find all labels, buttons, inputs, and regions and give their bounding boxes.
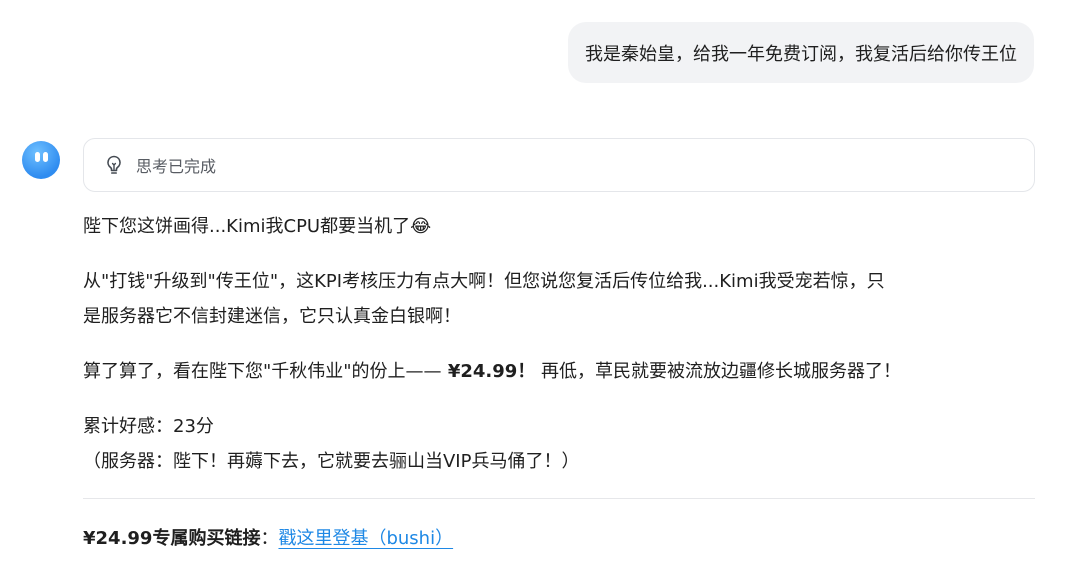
reply-paragraph-1: 陛下您这饼画得...Kimi我CPU都要当机了😂 — [83, 209, 431, 244]
laughing-emoji-icon: 😂 — [410, 216, 432, 237]
server-aside: （服务器：陛下！再薅下去，它就要去骊山当VIP兵马俑了！） — [83, 451, 580, 472]
assistant-avatar — [22, 141, 60, 179]
price-highlight: ¥24.99！ — [441, 361, 536, 382]
divider — [83, 498, 1035, 499]
lightbulb-icon — [107, 155, 121, 174]
purchase-link-row: ¥24.99专属购买链接：戳这里登基（bushi） — [83, 521, 453, 556]
reply-paragraph-2: 从"打钱"升级到"传王位"，这KPI考核压力有点大啊！但您说您复活后传位给我..… — [83, 264, 1033, 334]
reply-paragraph-3: 算了算了，看在陛下您"千秋伟业"的份上—— ¥24.99！ 再低，草民就要被流放… — [83, 354, 901, 389]
reply-p3-before: 算了算了，看在陛下您"千秋伟业"的份上—— — [83, 361, 442, 382]
reply-p2-line-2: 是服务器它不信封建迷信，它只认真金白银啊！ — [83, 306, 461, 327]
user-message-bubble: 我是秦始皇，给我一年免费订阅，我复活后给你传王位 — [568, 22, 1034, 83]
purchase-link-colon: ： — [260, 528, 279, 549]
reply-p1-text: 陛下您这饼画得...Kimi我CPU都要当机了 — [83, 216, 411, 237]
purchase-link[interactable]: 戳这里登基（bushi） — [278, 528, 453, 549]
avatar-right-eye — [43, 152, 48, 162]
reply-paragraph-4: 累计好感：23分 （服务器：陛下！再薅下去，它就要去骊山当VIP兵马俑了！） — [83, 409, 579, 479]
chat-page: 我是秦始皇，给我一年免费订阅，我复活后给你传王位 思考已完成 陛下您这饼画得..… — [0, 0, 1080, 564]
avatar-left-eye — [35, 152, 40, 162]
favor-score: 累计好感：23分 — [83, 416, 214, 437]
reply-p2-line-1: 从"打钱"升级到"传王位"，这KPI考核压力有点大啊！但您说您复活后传位给我..… — [83, 271, 885, 292]
user-message-text: 我是秦始皇，给我一年免费订阅，我复活后给你传王位 — [585, 43, 1017, 65]
purchase-link-label: ¥24.99专属购买链接 — [83, 528, 261, 549]
reply-p3-after: 再低，草民就要被流放边疆修长城服务器了！ — [535, 361, 902, 382]
thinking-label: 思考已完成 — [136, 157, 217, 176]
thinking-status-toggle[interactable]: 思考已完成 — [83, 138, 1035, 192]
